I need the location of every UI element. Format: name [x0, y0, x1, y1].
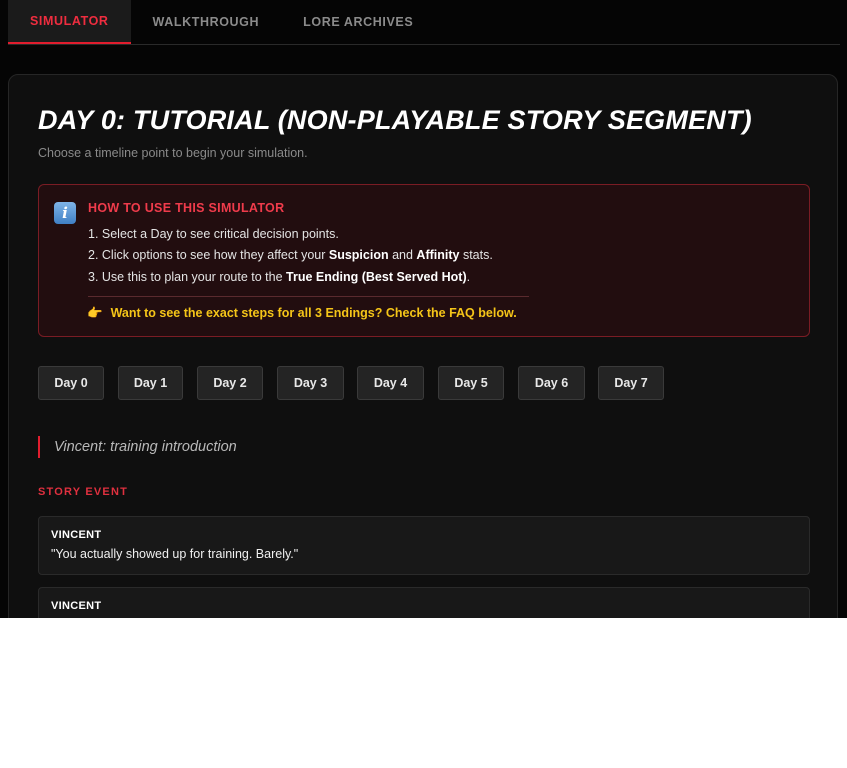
instruction-step-2: 2. Click options to see how they affect … [88, 248, 493, 262]
tab-walkthrough[interactable]: WALKTHROUGH [131, 0, 282, 44]
faq-hint: 👉 Want to see the exact steps for all 3 E… [87, 306, 517, 321]
tab-bar: SIMULATOR WALKTHROUGH LORE ARCHIVES [8, 0, 840, 45]
info-icon: i [54, 202, 76, 224]
dialogue-line: "You actually showed up for training. Ba… [51, 547, 299, 561]
day-1-button[interactable]: Day 1 [118, 366, 183, 400]
dialogue-entry: VINCENT [38, 587, 810, 618]
info-divider [88, 296, 529, 297]
faq-hint-text: Want to see the exact steps for all 3 En… [110, 306, 517, 320]
dialogue-entry: VINCENT "You actually showed up for trai… [38, 516, 810, 575]
day-0-button[interactable]: Day 0 [38, 366, 104, 400]
step-2-text-end: stats. [459, 248, 493, 262]
instruction-step-1: 1. Select a Day to see critical decision… [88, 227, 339, 241]
page-subtitle: Choose a timeline point to begin your si… [38, 146, 308, 160]
speaker-name: VINCENT [51, 529, 102, 541]
step-3-text: 3. Use this to plan your route to the [88, 270, 287, 284]
app-viewport: SIMULATOR WALKTHROUGH LORE ARCHIVES DAY … [0, 0, 847, 618]
suspicion-stat-label: Suspicion [328, 248, 389, 262]
day-5-button[interactable]: Day 5 [438, 366, 504, 400]
day-3-button[interactable]: Day 3 [277, 366, 344, 400]
story-event-label: STORY EVENT [38, 486, 129, 498]
pointing-hand-icon: 👉 [87, 306, 103, 320]
day-2-button[interactable]: Day 2 [197, 366, 263, 400]
step-2-text: 2. Click options to see how they affect … [88, 248, 329, 262]
info-heading: HOW TO USE THIS SIMULATOR [88, 201, 285, 215]
day-4-button[interactable]: Day 4 [357, 366, 424, 400]
how-to-use-box: i HOW TO USE THIS SIMULATOR 1. Select a … [38, 184, 810, 337]
day-7-button[interactable]: Day 7 [598, 366, 664, 400]
step-2-text-mid: and [388, 248, 417, 262]
tab-simulator[interactable]: SIMULATOR [8, 0, 131, 44]
scene-quote: Vincent: training introduction [54, 439, 237, 455]
affinity-stat-label: Affinity [416, 248, 460, 262]
true-ending-label: True Ending (Best Served Hot) [286, 270, 467, 284]
quote-accent-bar [38, 436, 40, 458]
speaker-name: VINCENT [51, 600, 102, 612]
instruction-step-3: 3. Use this to plan your route to the Tr… [88, 270, 470, 284]
step-3-text-end: . [466, 270, 471, 284]
day-6-button[interactable]: Day 6 [518, 366, 585, 400]
page-title: DAY 0: TUTORIAL (NON-PLAYABLE STORY SEGM… [38, 105, 752, 135]
simulator-card: DAY 0: TUTORIAL (NON-PLAYABLE STORY SEGM… [8, 74, 838, 618]
tab-lore-archives[interactable]: LORE ARCHIVES [281, 0, 435, 44]
